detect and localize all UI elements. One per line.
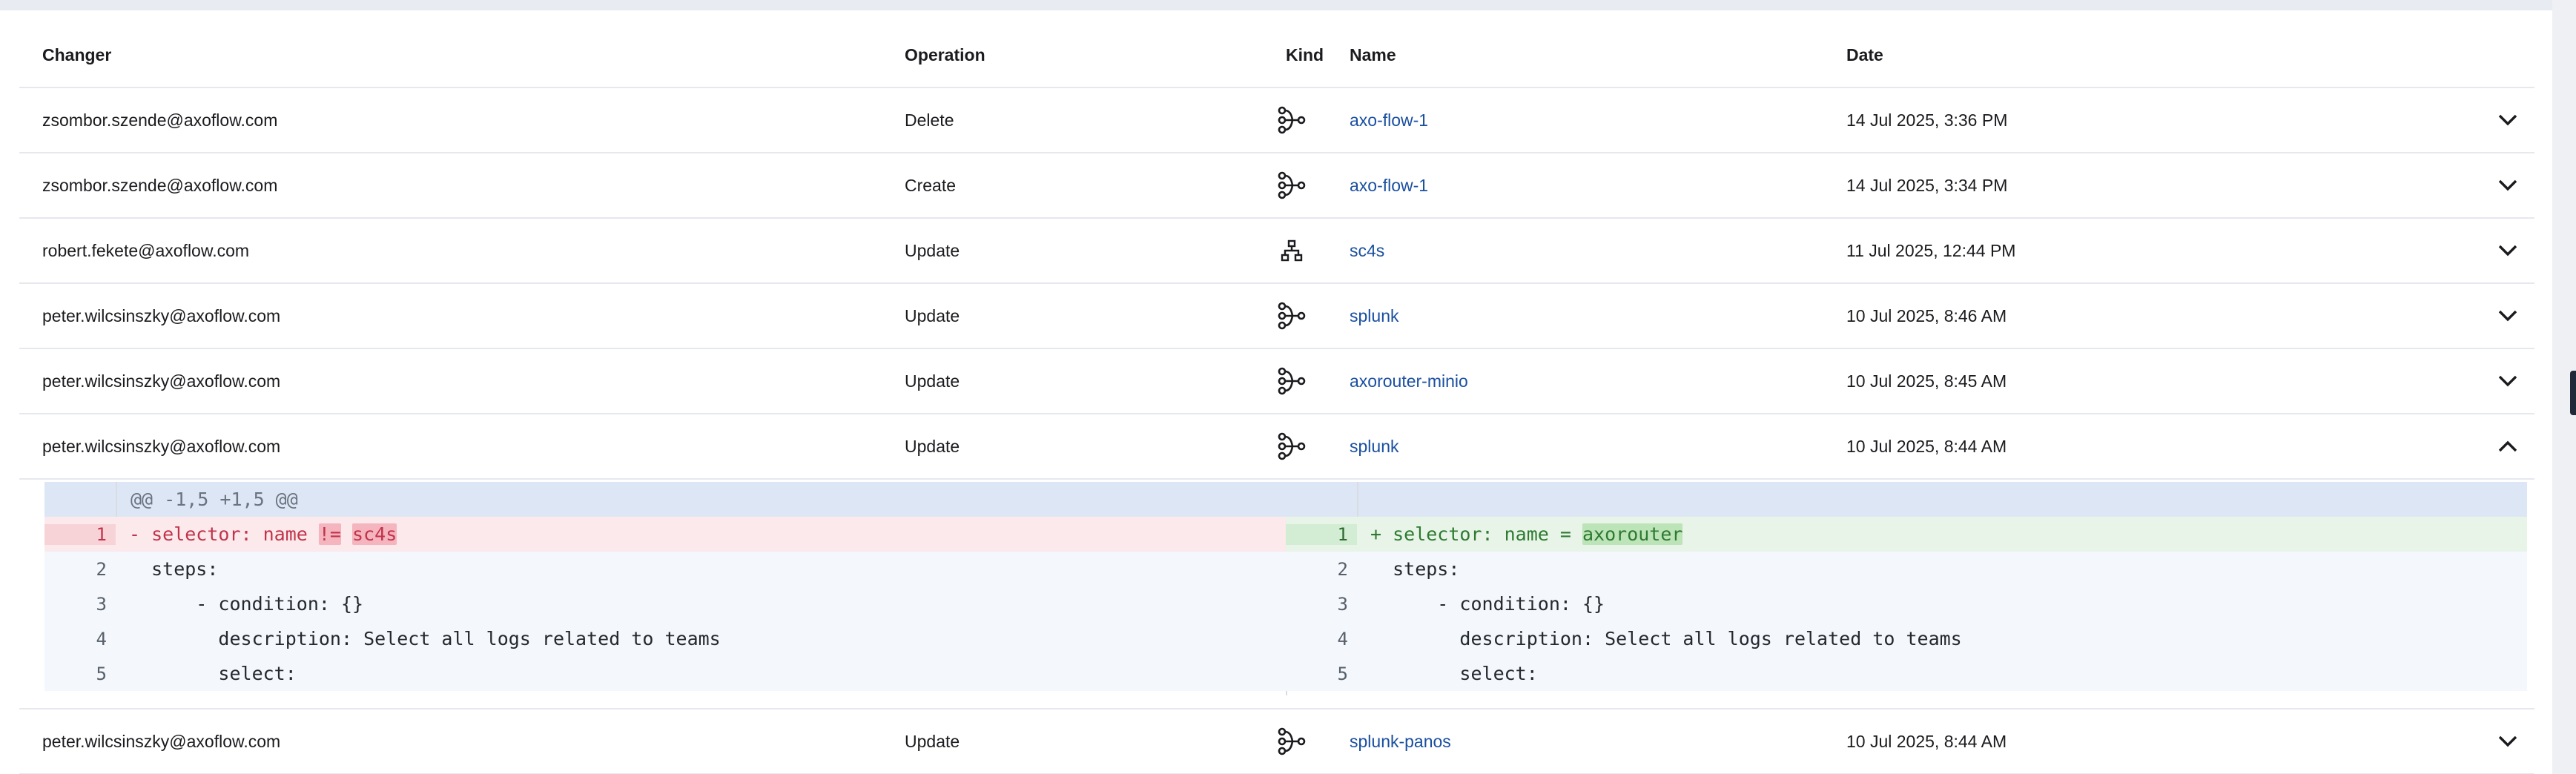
table-row[interactable]: peter.wilcsinszky@axoflow.com Update spl…: [19, 284, 2534, 349]
table-row[interactable]: peter.wilcsinszky@axoflow.com Update spl…: [19, 708, 2534, 774]
code-text: select:: [1370, 663, 1538, 684]
diff-viewer: @@ -1,5 +1,5 @@ 1 - selector: name != sc…: [44, 482, 2527, 695]
diff-context-line: 2 steps:: [1286, 552, 2527, 586]
date-cell: 14 Jul 2025, 3:34 PM: [1846, 175, 2008, 195]
chevron-down-icon[interactable]: [2493, 153, 2523, 217]
flow-icon: [1269, 153, 1314, 217]
chevron-down-icon[interactable]: [2493, 710, 2523, 773]
code-text: - selector: name: [129, 523, 319, 545]
hunk-header: @@ -1,5 +1,5 @@: [131, 489, 298, 510]
header-changer[interactable]: Changer: [42, 23, 111, 87]
line-number: 5: [96, 663, 107, 684]
line-number: 4: [1337, 628, 1348, 649]
flow-icon: [1269, 284, 1314, 348]
resource-name-link[interactable]: axo-flow-1: [1350, 176, 1428, 196]
operation-cell: Update: [905, 731, 960, 751]
flow-icon: [1269, 710, 1314, 773]
date-cell: 11 Jul 2025, 12:44 PM: [1846, 240, 2016, 260]
flow-icon: [1269, 349, 1314, 413]
flow-icon: [1269, 88, 1314, 152]
date-cell: 14 Jul 2025, 3:36 PM: [1846, 110, 2008, 130]
diff-context-line: 2 steps:: [44, 552, 1286, 586]
changer-cell: zsombor.szende@axoflow.com: [42, 175, 278, 195]
code-text: description: Select all logs related to …: [1370, 628, 1962, 649]
hunk-header-line: [1286, 482, 2527, 517]
table-row[interactable]: peter.wilcsinszky@axoflow.com Update axo…: [19, 349, 2534, 414]
changed-token: axorouter: [1582, 523, 1683, 545]
table-row[interactable]: zsombor.szende@axoflow.com Create axo-fl…: [19, 153, 2534, 219]
operation-cell: Update: [905, 240, 960, 260]
changer-cell: robert.fekete@axoflow.com: [42, 240, 250, 260]
operation-cell: Update: [905, 371, 960, 391]
chevron-down-icon[interactable]: [2493, 349, 2523, 413]
changed-token: sc4s: [352, 523, 397, 545]
hierarchy-icon: [1269, 219, 1314, 282]
resource-name-link[interactable]: splunk-panos: [1350, 732, 1451, 752]
flow-icon: [1269, 414, 1314, 478]
changer-cell: peter.wilcsinszky@axoflow.com: [42, 371, 281, 391]
code-text: + selector: name =: [1370, 523, 1582, 545]
diff-context-line: 4 description: Select all logs related t…: [1286, 621, 2527, 656]
chevron-up-icon[interactable]: [2493, 414, 2523, 478]
code-text: steps:: [129, 558, 219, 580]
table-header: Changer Operation Kind Name Date: [19, 23, 2534, 88]
line-number: 3: [1337, 593, 1348, 615]
line-number: 2: [1337, 558, 1348, 580]
diff-old-side: @@ -1,5 +1,5 @@ 1 - selector: name != sc…: [44, 482, 1287, 695]
changer-cell: zsombor.szende@axoflow.com: [42, 110, 278, 130]
chevron-down-icon[interactable]: [2493, 88, 2523, 152]
operation-cell: Delete: [905, 110, 954, 130]
resource-name-link[interactable]: axorouter-minio: [1350, 371, 1468, 391]
date-cell: 10 Jul 2025, 8:44 AM: [1846, 436, 2007, 456]
diff-context-line: 3 - condition: {}: [44, 586, 1286, 621]
diff-context-line: 5 select:: [44, 656, 1286, 691]
header-date[interactable]: Date: [1846, 23, 1883, 87]
chevron-down-icon[interactable]: [2493, 219, 2523, 282]
line-number: 1: [44, 523, 116, 545]
diff-deleted-line: 1 - selector: name != sc4s: [44, 517, 1286, 552]
chevron-down-icon[interactable]: [2493, 284, 2523, 348]
operation-cell: Update: [905, 305, 960, 325]
changer-cell: peter.wilcsinszky@axoflow.com: [42, 305, 281, 325]
diff-new-side: 1 + selector: name = axorouter 2 steps: …: [1286, 482, 2527, 695]
header-kind[interactable]: Kind: [1286, 23, 1330, 87]
operation-cell: Create: [905, 175, 957, 195]
changed-token: !=: [318, 523, 341, 545]
table-row[interactable]: peter.wilcsinszky@axoflow.com Update spl…: [19, 414, 2534, 480]
code-text: - condition: {}: [1370, 593, 1605, 615]
resource-name-link[interactable]: axo-flow-1: [1350, 110, 1428, 130]
diff-added-line: 1 + selector: name = axorouter: [1286, 517, 2527, 552]
resource-name-link[interactable]: sc4s: [1350, 241, 1384, 261]
vertical-scrollbar[interactable]: [2552, 0, 2576, 774]
changer-cell: peter.wilcsinszky@axoflow.com: [42, 436, 281, 456]
code-text: select:: [129, 663, 297, 684]
date-cell: 10 Jul 2025, 8:46 AM: [1846, 305, 2007, 325]
header-name[interactable]: Name: [1350, 23, 1396, 87]
date-cell: 10 Jul 2025, 8:44 AM: [1846, 731, 2007, 751]
line-number: 2: [96, 558, 107, 580]
hunk-header-line: @@ -1,5 +1,5 @@: [44, 482, 1286, 517]
audit-log-panel: Changer Operation Kind Name Date zsombor…: [0, 10, 2552, 774]
line-number: 5: [1337, 663, 1348, 684]
changer-cell: peter.wilcsinszky@axoflow.com: [42, 731, 281, 751]
diff-context-line: 5 select:: [1286, 656, 2527, 691]
scrollbar-thumb[interactable]: [2570, 371, 2576, 415]
code-text: - condition: {}: [129, 593, 364, 615]
line-number: 4: [96, 628, 107, 649]
code-text: description: Select all logs related to …: [129, 628, 721, 649]
line-number: 3: [96, 593, 107, 615]
table-row[interactable]: zsombor.szende@axoflow.com Delete axo-fl…: [19, 88, 2534, 153]
code-text: steps:: [1370, 558, 1460, 580]
diff-context-line: 3 - condition: {}: [1286, 586, 2527, 621]
line-number: 1: [1286, 523, 1357, 545]
operation-cell: Update: [905, 436, 960, 456]
diff-context-line: 4 description: Select all logs related t…: [44, 621, 1286, 656]
table-row[interactable]: robert.fekete@axoflow.com Update sc4s 11…: [19, 219, 2534, 284]
resource-name-link[interactable]: splunk: [1350, 437, 1398, 457]
resource-name-link[interactable]: splunk: [1350, 306, 1398, 326]
date-cell: 10 Jul 2025, 8:45 AM: [1846, 371, 2007, 391]
header-operation[interactable]: Operation: [905, 23, 985, 87]
